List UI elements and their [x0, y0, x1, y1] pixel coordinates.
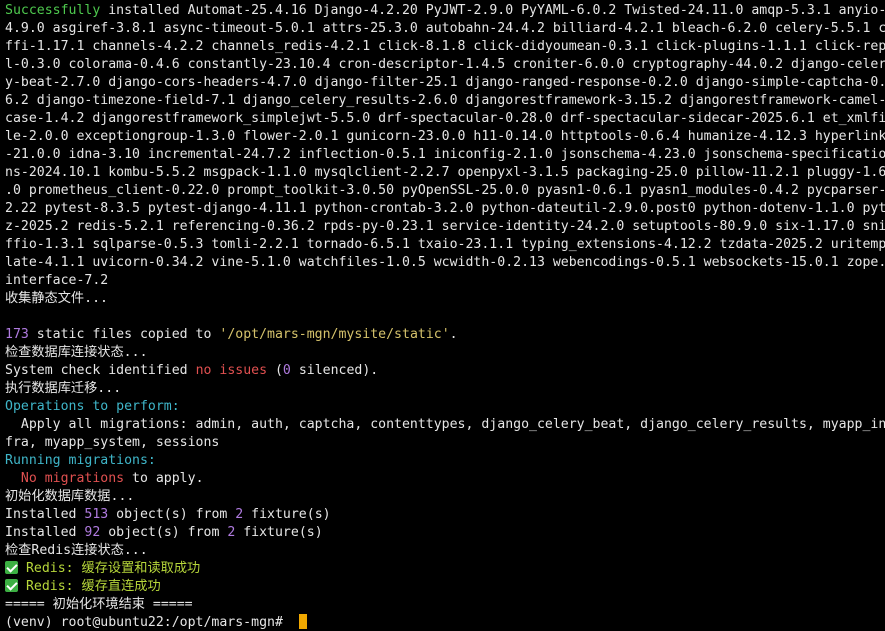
redis-check-text: Redis: 缓存设置和读取成功: [18, 561, 201, 576]
static-copied-line: 173 static files copied to '/opt/mars-mg…: [5, 326, 885, 344]
redis-check-text: Redis: 缓存直连成功: [18, 579, 161, 594]
collect-static-heading: 收集静态文件...: [5, 291, 108, 306]
fixture-text: fixture(s): [235, 525, 323, 540]
installed-text: Installed: [5, 507, 85, 522]
redis-check-heading: 检查Redis连接状态...: [5, 543, 148, 558]
static-count: 173: [5, 327, 29, 342]
installed-text: Installed: [5, 525, 85, 540]
pip-install-line: interface-7.2: [5, 273, 109, 288]
running-migrations-label: Running migrations:: [5, 453, 156, 468]
pip-install-line: case-1.4.2 djangorestframework_simplejwt…: [5, 111, 885, 126]
pip-install-line: y-beat-2.7.0 django-cors-headers-4.7.0 d…: [5, 75, 885, 90]
pip-install-line: z-2025.2 redis-5.2.1 referencing-0.36.2 …: [5, 219, 885, 234]
white-check-mark-icon: [5, 579, 18, 592]
pip-install-line: Successfully installed Automat-25.4.16 D…: [5, 2, 885, 20]
pip-install-text: installed Automat-25.4.16 Django-4.2.20 …: [100, 3, 885, 18]
init-finished-footer: ===== 初始化环境结束 =====: [5, 597, 193, 612]
operations-label: Operations to perform:: [5, 399, 180, 414]
object-count: 92: [84, 525, 101, 540]
system-check-line: System check identified no issues (0 sil…: [5, 362, 885, 380]
redis-check-line: Redis: 缓存设置和读取成功: [5, 560, 885, 578]
shell-prompt: (venv) root@ubuntu22:/opt/mars-mgn#: [5, 615, 291, 630]
pip-install-line: -21.0.0 idna-3.10 incremental-24.7.2 inf…: [5, 147, 885, 162]
pip-install-line: ns-2024.10.1 kombu-5.5.2 msgpack-1.1.0 m…: [5, 165, 885, 180]
text-cursor[interactable]: [298, 614, 307, 629]
pip-install-line: .0 prometheus_client-0.22.0 prompt_toolk…: [5, 183, 885, 198]
no-migrations-line: No migrations to apply.: [5, 470, 885, 488]
pip-install-line: 2.22 pytest-8.3.5 pytest-django-4.11.1 p…: [5, 201, 885, 216]
static-path: '/opt/mars-mgn/mysite/static': [219, 327, 450, 342]
migrate-heading: 执行数据库迁移...: [5, 381, 122, 396]
pip-install-line: ffio-1.3.1 sqlparse-0.5.3 tomli-2.2.1 to…: [5, 237, 885, 252]
terminal-window[interactable]: Successfully installed Automat-25.4.16 D…: [0, 0, 885, 631]
fixture-line: Installed 513 object(s) from 2 fixture(s…: [5, 506, 885, 524]
to-apply-text: to apply.: [124, 471, 204, 486]
redis-check-line: Redis: 缓存直连成功: [5, 578, 885, 596]
white-check-mark-icon: [5, 561, 18, 574]
silenced-count: 0: [282, 363, 291, 378]
object-count: 513: [84, 507, 109, 522]
pip-install-line: 6.2 django-timezone-field-7.1 django_cel…: [5, 93, 885, 108]
silenced-suffix: silenced).: [290, 363, 379, 378]
shell-prompt-line[interactable]: (venv) root@ubuntu22:/opt/mars-mgn#: [5, 614, 885, 631]
open-paren: (: [267, 363, 283, 378]
apply-migrations-line: fra, myapp_system, sessions: [5, 435, 220, 450]
pip-install-line: late-4.1.1 uvicorn-0.34.2 vine-5.1.0 wat…: [5, 255, 885, 270]
static-period: .: [449, 327, 458, 342]
no-issues-text: no issues: [195, 363, 268, 378]
no-migrations-text: No migrations: [20, 471, 125, 486]
static-copied-text: static files copied to: [28, 327, 220, 342]
pip-install-line: le-2.0.0 exceptiongroup-1.3.0 flower-2.0…: [5, 129, 885, 144]
system-check-prefix: System check identified: [5, 363, 196, 378]
pip-install-line: l-0.3.0 colorama-0.4.6 constantly-23.10.…: [5, 57, 885, 72]
object-text: object(s) from: [100, 525, 228, 540]
apply-migrations-line: Apply all migrations: admin, auth, captc…: [5, 417, 885, 432]
object-text: object(s) from: [108, 507, 236, 522]
pip-install-line: ffi-1.17.1 channels-4.2.2 channels_redis…: [5, 39, 885, 54]
success-word: Successfully: [5, 3, 101, 18]
fixture-line: Installed 92 object(s) from 2 fixture(s): [5, 524, 885, 542]
fixture-text: fixture(s): [243, 507, 331, 522]
init-data-heading: 初始化数据库数据...: [5, 489, 135, 504]
db-check-heading: 检查数据库连接状态...: [5, 345, 148, 360]
pip-install-line: 4.9.0 asgiref-3.8.1 async-timeout-5.0.1 …: [5, 21, 885, 36]
